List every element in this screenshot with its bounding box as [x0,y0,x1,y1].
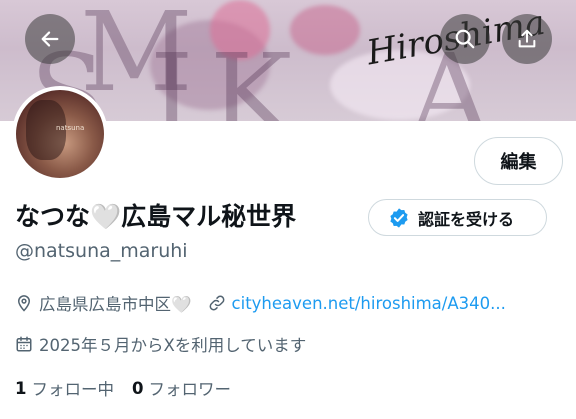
website-item[interactable]: cityheaven.net/hiroshima/A340... [208,294,506,313]
share-button[interactable] [502,14,552,64]
verified-badge-icon [390,207,408,228]
location-pin-icon [17,295,31,312]
display-name-first: なつな [15,202,91,231]
profile-meta-row: 広島県広島市中区🤍 cityheaven.net/hiroshima/A340.… [15,290,506,316]
white-heart-icon: 🤍 [90,202,122,231]
calendar-icon [16,336,32,352]
get-verified-label: 認証を受ける [418,209,515,229]
display-name: なつな🤍広島マル秘世界 [15,197,296,233]
banner-letter: I [150,30,200,121]
link-icon [209,295,224,311]
website-link[interactable]: cityheaven.net/hiroshima/A340... [232,294,506,313]
banner-letter: K [210,30,299,121]
following-label: フォロー中 [31,380,114,399]
display-name-rest: 広島マル秘世界 [121,202,297,231]
get-verified-button[interactable]: 認証を受ける [368,199,547,236]
search-button[interactable] [440,14,490,64]
back-button[interactable] [25,14,75,64]
avatar[interactable]: natsuna [12,86,108,182]
search-icon [455,29,475,49]
avatar-tag-text: natsuna [56,124,85,132]
follow-stats: 1 フォロー中 0 フォロワー [15,375,249,401]
edit-profile-button[interactable]: 編集 [474,137,563,185]
share-upload-icon [518,29,536,48]
joined-date-text: 2025年５月からXを利用しています [39,336,307,355]
banner-flower [290,5,360,55]
arrow-left-icon [41,31,59,47]
followers-link[interactable]: 0 フォロワー [132,376,231,400]
following-count: 1 [15,378,27,398]
location-item: 広島県広島市中区🤍 [15,291,192,315]
location-text: 広島県広島市中区🤍 [39,295,192,314]
followers-label: フォロワー [148,380,231,399]
joined-date-row: 2025年５月からXを利用しています [15,331,306,357]
user-handle: @natsuna_maruhi [15,240,188,262]
followers-count: 0 [131,378,144,398]
following-link[interactable]: 1 フォロー中 [15,376,114,400]
display-name-row: なつな🤍広島マル秘世界 [15,195,296,235]
